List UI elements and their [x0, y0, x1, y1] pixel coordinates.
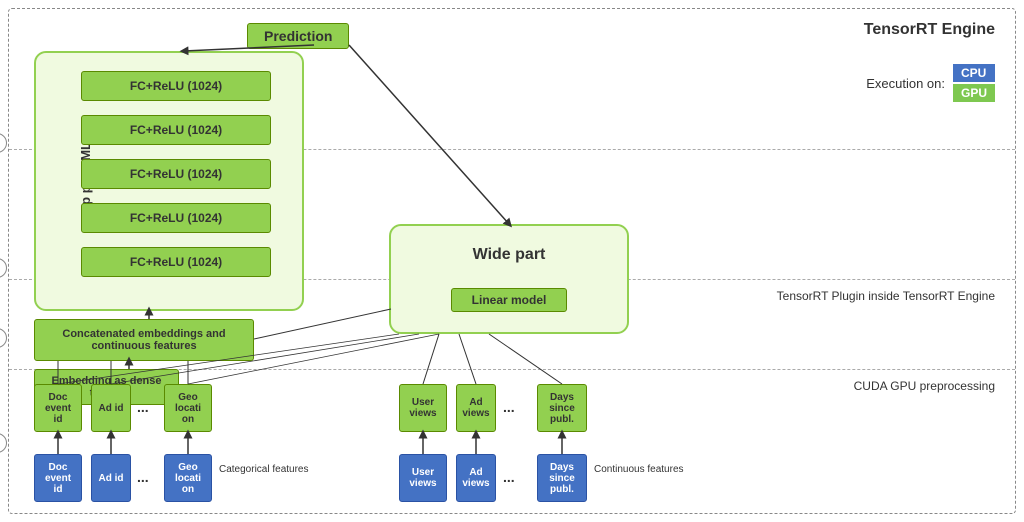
green-ad-views: Adviews — [456, 384, 496, 432]
fc-box-5: FC+ReLU (1024) — [81, 247, 271, 277]
main-diagram: 1 3 2 1 TensorRT Engine Execution on: CP… — [8, 8, 1016, 514]
green-ad-id: Ad id — [91, 384, 131, 432]
blue-doc-event: Doceventid — [34, 454, 82, 502]
prediction-box: Prediction — [247, 23, 349, 49]
tensorrt-title: TensorRT Engine — [864, 21, 995, 39]
fc-box-1: FC+ReLU (1024) — [81, 71, 271, 101]
execution-section: Execution on: CPU GPU — [866, 64, 995, 102]
green-doc-event: Doceventid — [34, 384, 82, 432]
cpu-badge: CPU — [953, 64, 995, 82]
plugin-label: TensorRT Plugin inside TensorRT Engine — [777, 289, 995, 303]
blue-user-views: Userviews — [399, 454, 447, 502]
execution-label: Execution on: — [866, 76, 945, 91]
wide-part-label: Wide part — [473, 246, 546, 264]
fc-box-2: FC+ReLU (1024) — [81, 115, 271, 145]
layer-marker-4: 1 — [0, 133, 7, 153]
green-days-since: Dayssincepubl. — [537, 384, 587, 432]
continuous-features-label: Continuous features — [594, 464, 684, 475]
layer-marker-2: 3 — [0, 328, 7, 348]
green-user-views: Userviews — [399, 384, 447, 432]
blue-ad-id: Ad id — [91, 454, 131, 502]
blue-geo: Geolocation — [164, 454, 212, 502]
green-geo: Geolocation — [164, 384, 212, 432]
gpu-badge: GPU — [953, 84, 995, 102]
fc-box-3: FC+ReLU (1024) — [81, 159, 271, 189]
fc-box-4: FC+ReLU (1024) — [81, 203, 271, 233]
cuda-label: CUDA GPU preprocessing — [854, 379, 995, 393]
layer-marker-3: 2 — [0, 258, 7, 278]
concat-box: Concatenated embeddings and continuous f… — [34, 319, 254, 361]
blue-ad-views: Adviews — [456, 454, 496, 502]
mlp-container: Deep part: MLP FC+ReLU (1024) FC+ReLU (1… — [34, 51, 304, 311]
layer-marker-1: 1 — [0, 433, 7, 453]
blue-days-since: Dayssincepubl. — [537, 454, 587, 502]
linear-model-box: Linear model — [451, 288, 568, 312]
blue-dots-1: ... — [137, 469, 149, 485]
green-dots-2: ... — [503, 399, 515, 415]
blue-dots-2: ... — [503, 469, 515, 485]
categorical-features-label: Categorical features — [219, 464, 309, 475]
green-dots-1: ... — [137, 399, 149, 415]
wide-part-container: Wide part Linear model — [389, 224, 629, 334]
